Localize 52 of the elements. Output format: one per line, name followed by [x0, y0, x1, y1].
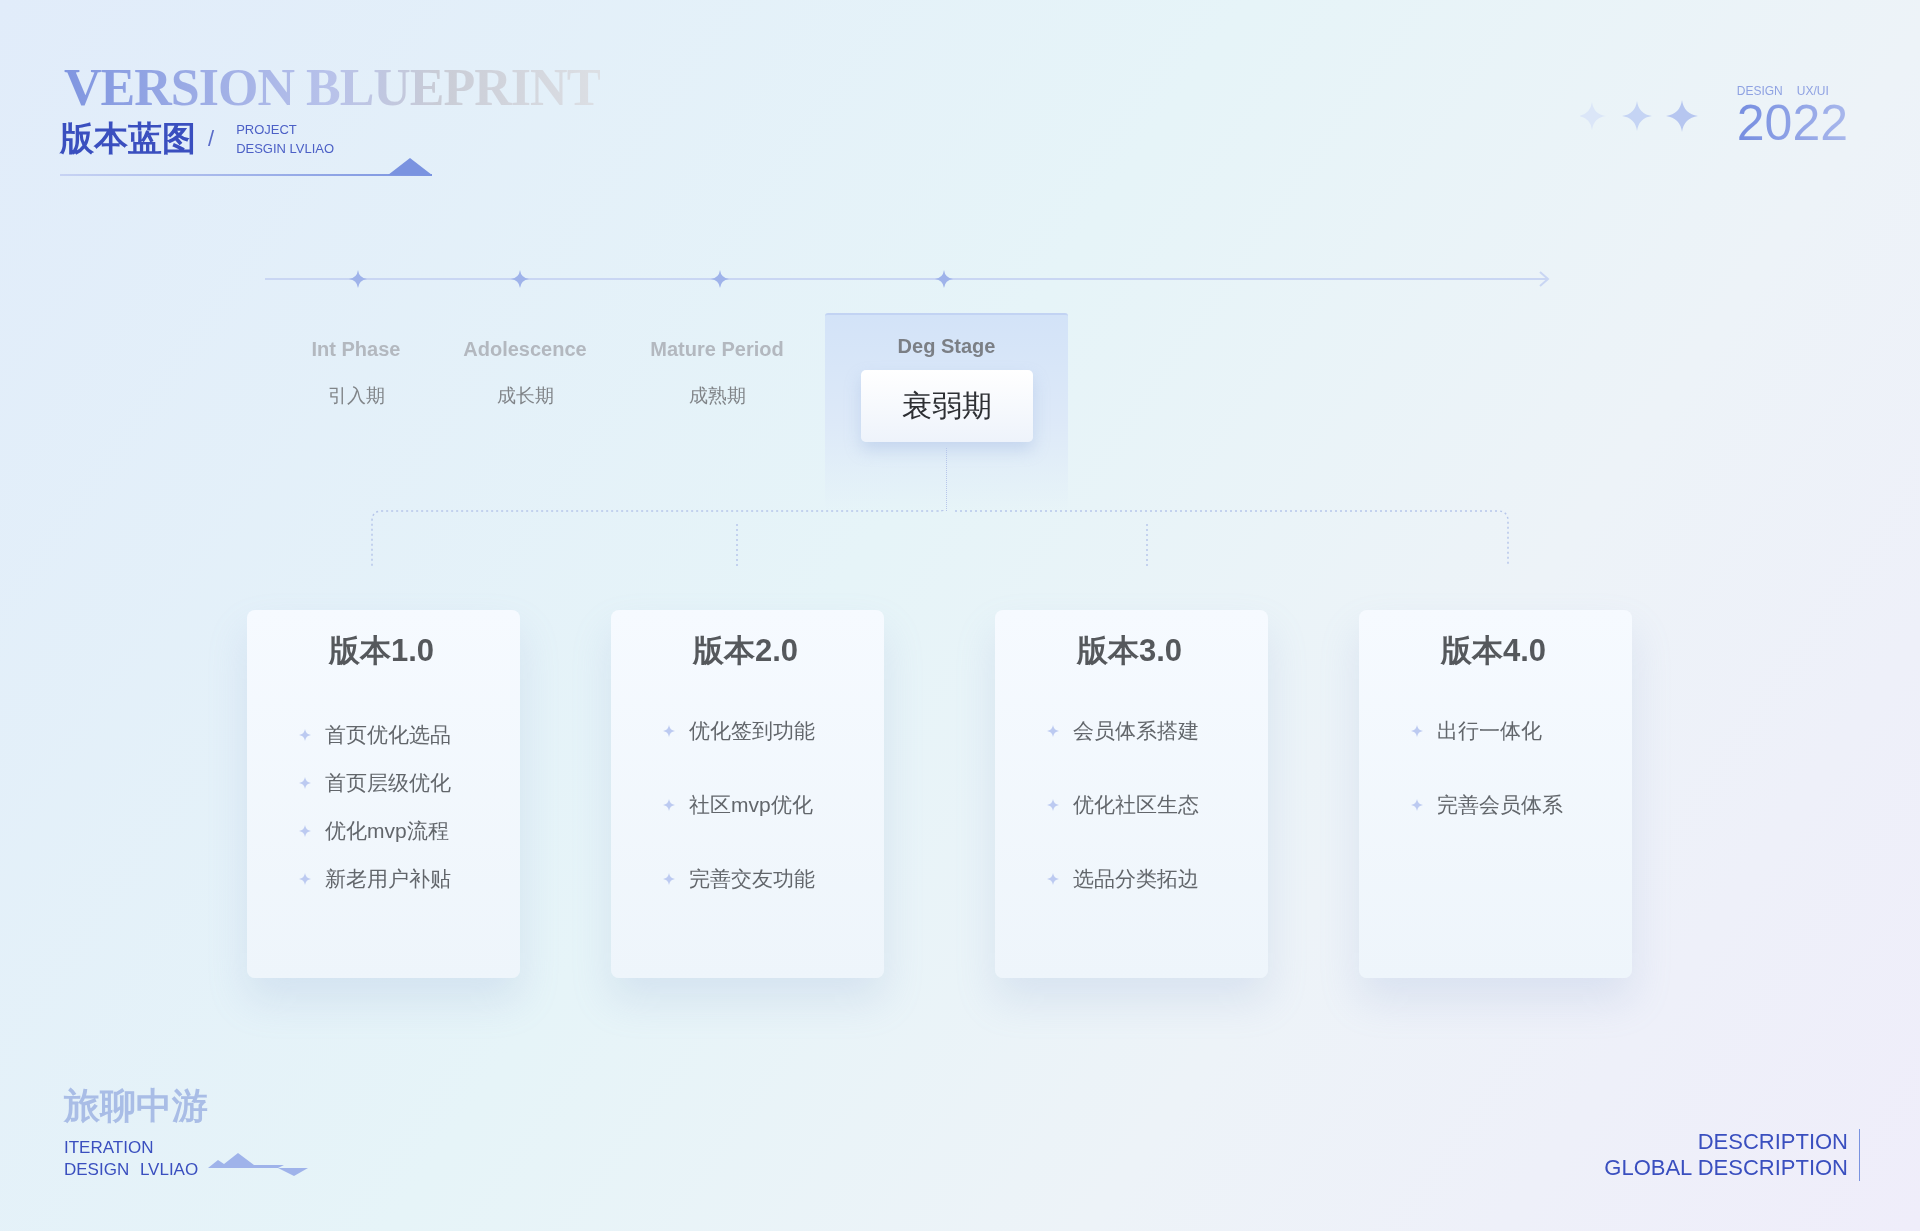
caption-text: DESIGN: [1736, 84, 1783, 98]
brand-watermark-text: 旅聊中游: [64, 1085, 209, 1128]
feature-item: 优化mvp流程: [325, 818, 449, 844]
sparkle-bullet-icon: [1411, 725, 1423, 737]
version-title: 版本3.0: [1077, 632, 1184, 670]
connector-line: [946, 448, 947, 511]
feature-item: 首页层级优化: [325, 770, 451, 796]
version-title: 版本4.0: [1441, 632, 1548, 670]
feature-item: 优化签到功能: [689, 718, 815, 744]
feature-item: 选品分类拓边: [1073, 866, 1199, 892]
tagline-text: PROJECT: [236, 121, 298, 139]
feature-item: 首页优化选品: [325, 722, 451, 748]
sparkle-bullet-icon: [663, 799, 675, 811]
sparkle-bullet-icon: [1047, 725, 1059, 737]
stage-tab[interactable]: Adolescence 成长期: [441, 313, 609, 510]
stage-name: 衰弱期: [860, 370, 1033, 442]
stage-name: 成长期: [496, 384, 554, 408]
feature-item: 出行一体化: [1437, 718, 1542, 744]
stage-tab[interactable]: Int Phase 引入期: [271, 313, 441, 510]
stage-tab[interactable]: Deg Stage 衰弱期: [825, 313, 1068, 511]
description-text: DESCRIPTION: [1697, 1129, 1848, 1155]
sparkle-bullet-icon: [663, 873, 675, 885]
stage-name: 引入期: [327, 384, 385, 408]
caption-text: UX/UI: [1796, 84, 1829, 98]
feature-item: 完善会员体系: [1437, 792, 1563, 818]
stage-tab[interactable]: Mature Period 成熟期: [609, 313, 825, 510]
sparkle-bullet-icon: [663, 725, 675, 737]
stage-label: Mature Period: [650, 338, 784, 361]
version-title: 版本2.0: [693, 632, 800, 670]
footer-text: DESIGN LVLIAO: [64, 1159, 199, 1181]
stage-label: Adolescence: [463, 338, 587, 361]
feature-item: 会员体系搭建: [1073, 718, 1199, 744]
sparkle-bullet-icon: [1047, 799, 1059, 811]
feature-item: 完善交友功能: [689, 866, 815, 892]
feature-item: 优化社区生态: [1073, 792, 1199, 818]
sparkle-bullet-icon: [1047, 873, 1059, 885]
tagline-text: DESGIN LVLIAO: [236, 140, 335, 158]
version-title: 版本1.0: [329, 632, 436, 670]
sparkle-bullet-icon: [299, 825, 311, 837]
footer-text: ITERATION: [64, 1137, 155, 1159]
sparkle-bullet-icon: [1411, 799, 1423, 811]
sparkle-bullet-icon: [299, 873, 311, 885]
feature-item: 社区mvp优化: [689, 792, 813, 818]
description-text: GLOBAL DESCRIPTION: [1604, 1155, 1848, 1181]
sparkle-bullet-icon: [299, 777, 311, 789]
sparkle-bullet-icon: [299, 729, 311, 741]
page-subtitle: 版本蓝图: [60, 118, 196, 159]
separator-slash: /: [208, 126, 215, 152]
stage-name: 成熟期: [688, 384, 746, 408]
stage-label: Int Phase: [311, 338, 401, 361]
stage-label: Deg Stage: [897, 335, 996, 358]
feature-item: 新老用户补贴: [325, 866, 451, 892]
